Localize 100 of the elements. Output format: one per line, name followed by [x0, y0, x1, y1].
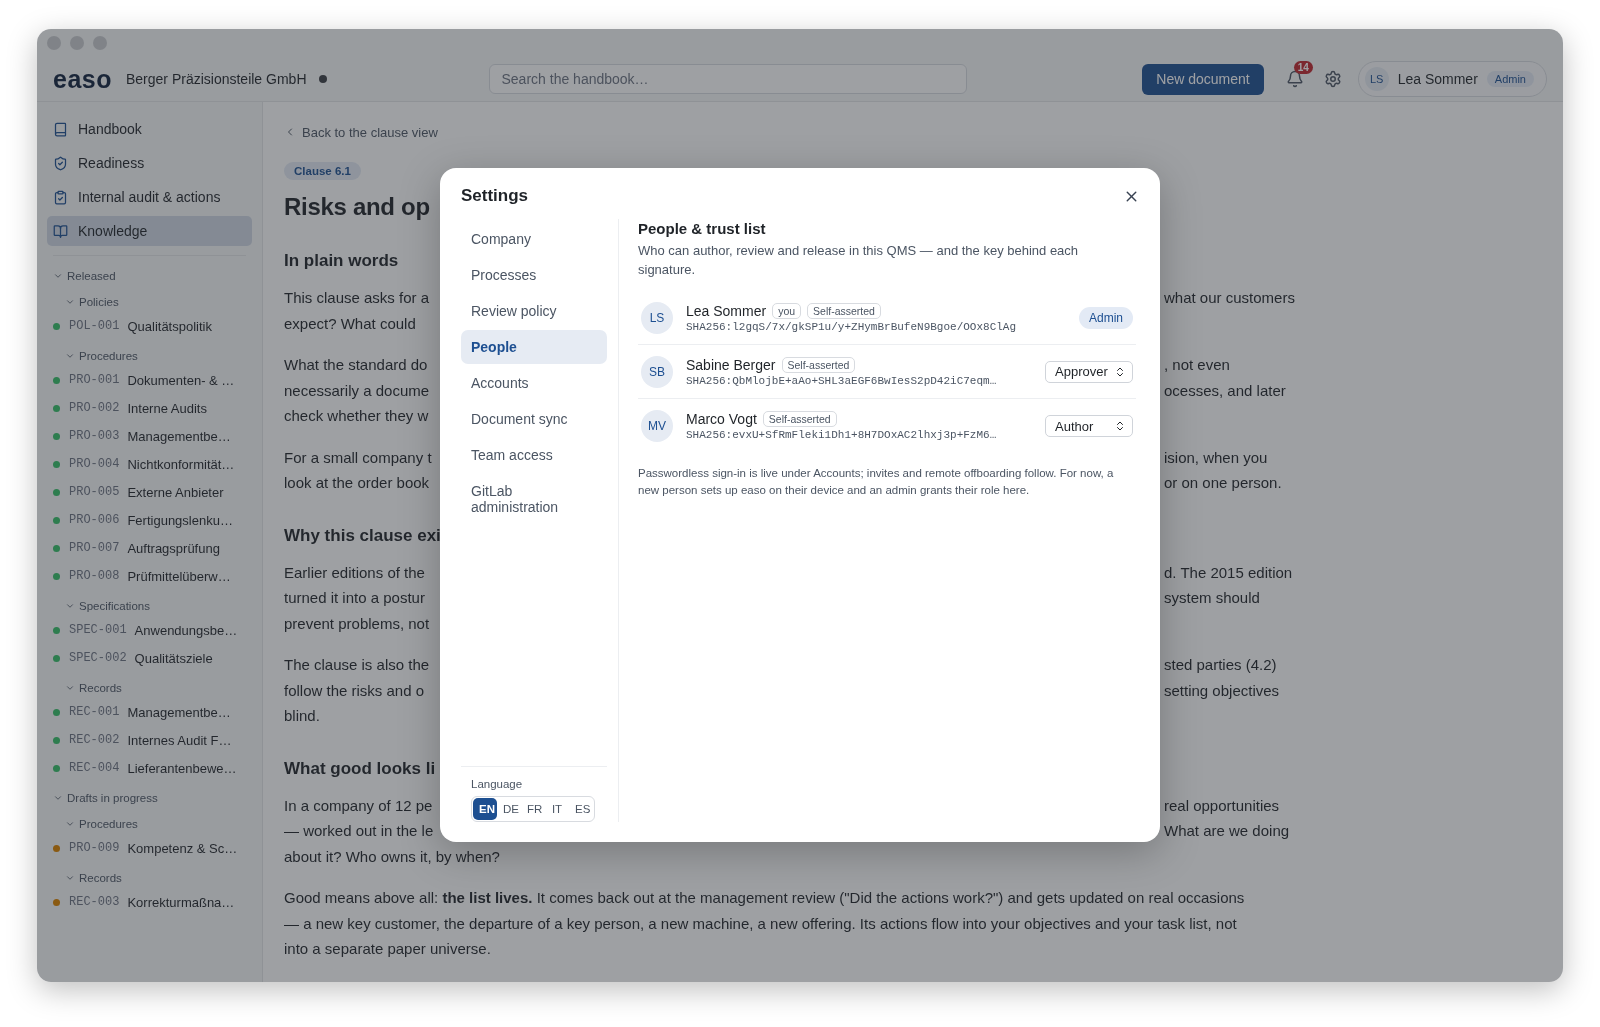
document-item[interactable]: REC-004 Lieferantenbewe…	[47, 754, 252, 782]
dialog-title: Settings	[461, 186, 529, 206]
document-item[interactable]: PRO-006 Fertigungslenku…	[47, 506, 252, 534]
user-menu[interactable]: LS Lea Sommer Admin	[1357, 61, 1547, 97]
chevron-down-icon	[65, 601, 75, 611]
document-item[interactable]: SPEC-002 Qualitätsziele	[47, 644, 252, 672]
document-item[interactable]: PRO-009 Kompetenz & Sc…	[47, 834, 252, 862]
settings-nav-item[interactable]: Document sync	[461, 402, 607, 436]
tree-group[interactable]: Released	[47, 266, 252, 286]
paragraph-text: — a new key customer, the departure of a key person, a new machine, a new offering. Its actions flow into your objectives and your task list, not	[284, 914, 1237, 932]
document-code: PRO-002	[69, 401, 120, 415]
document-item[interactable]: REC-001 Managementbe…	[47, 698, 252, 726]
paragraph-text: check whether they w	[284, 407, 429, 424]
tree-group[interactable]: Records	[47, 868, 252, 888]
document-title: Externe Anbieter	[127, 484, 224, 500]
document-title: Lieferantenbewe…	[127, 760, 237, 776]
paragraph-text: what our customers	[1164, 289, 1295, 306]
settings-icon[interactable]	[1323, 70, 1342, 88]
document-item[interactable]: PRO-002 Interne Audits	[47, 394, 252, 422]
trust-tag: Self-asserted	[807, 302, 881, 319]
settings-nav-item[interactable]: GitLab administration	[461, 474, 607, 524]
document-code: PRO-005	[69, 485, 120, 499]
key-fingerprint: SHA256:l2gqS/7x/gkSP1u/y+ZHymBrBufeN9Bgoe/OOx8ClAg	[686, 320, 1018, 333]
document-code: PRO-008	[69, 569, 120, 583]
paragraph-text: What the standard do	[284, 356, 428, 373]
document-title: Auftragsprüfung	[127, 540, 220, 556]
trust-tag: Self-asserted	[781, 356, 856, 373]
document-item[interactable]: PRO-004 Nichtkonformität…	[47, 450, 252, 478]
tree-group[interactable]: Policies	[47, 292, 252, 312]
settings-nav-item[interactable]: Team access	[461, 438, 607, 472]
paragraph-text: In a company of 12 pe	[284, 796, 433, 814]
role-tag: Admin	[1486, 71, 1534, 87]
language-option[interactable]: DE	[497, 798, 521, 820]
paragraph-text: real opportunities	[1164, 796, 1280, 814]
paragraph-text: sted parties (4.2)	[1164, 656, 1277, 673]
chevron-down-icon	[65, 873, 75, 883]
chevron-down-icon	[53, 793, 63, 803]
paragraph-text: , not even	[1164, 356, 1230, 373]
person-name: Marco Vogt	[686, 411, 757, 427]
document-title: Managementbe…	[127, 428, 231, 444]
role-select[interactable]: Author	[1045, 415, 1133, 437]
document-code: PRO-006	[69, 513, 120, 527]
paragraph-text: follow the risks and o	[284, 681, 425, 699]
paragraph-text: ision, when you	[1164, 448, 1268, 466]
new-document-button[interactable]: New document	[1142, 63, 1264, 95]
person-avatar: SB	[641, 355, 673, 388]
paragraph-text: system should	[1164, 589, 1260, 606]
language-option[interactable]: FR	[521, 798, 545, 820]
role-select[interactable]: Approver	[1045, 360, 1133, 383]
document-item[interactable]: PRO-003 Managementbe…	[47, 422, 252, 450]
chevron-down-icon	[53, 271, 63, 281]
updown-icon	[1114, 365, 1126, 378]
nav-item[interactable]: Knowledge	[47, 216, 252, 246]
nav-item[interactable]: Readiness	[47, 148, 252, 178]
tree-group[interactable]: Records	[47, 678, 252, 698]
document-code: PRO-004	[69, 457, 120, 471]
nav-item[interactable]: Handbook	[47, 114, 252, 144]
document-item[interactable]: REC-002 Internes Audit F…	[47, 726, 252, 754]
document-item[interactable]: POL-001 Qualitätspolitik	[47, 312, 252, 340]
document-item[interactable]: PRO-005 Externe Anbieter	[47, 478, 252, 506]
settings-nav-item[interactable]: Company	[461, 222, 607, 256]
tree-group[interactable]: Procedures	[47, 346, 252, 366]
tree-group[interactable]: Specifications	[47, 596, 252, 616]
document-title: Internes Audit F…	[127, 732, 232, 748]
document-title: Qualitätsziele	[134, 650, 213, 666]
tree-group[interactable]: Drafts in progress	[47, 788, 252, 808]
trust-tag: Self-asserted	[762, 411, 837, 427]
clause-badge: Clause 6.1	[284, 162, 361, 180]
document-item[interactable]: PRO-007 Auftragsprüfung	[47, 534, 252, 562]
book-icon	[53, 121, 68, 137]
document-title: Kompetenz & Sc…	[127, 840, 238, 856]
settings-nav-item[interactable]: Review policy	[461, 294, 607, 328]
document-title: Dokumenten- & …	[127, 372, 235, 388]
back-link[interactable]: Back to the clause view	[284, 124, 438, 140]
paragraph-text: necessarily a docume	[284, 381, 430, 399]
document-item[interactable]: PRO-001 Dokumenten- & …	[47, 366, 252, 394]
document-title: Nichtkonformität…	[127, 456, 235, 472]
search-field[interactable]: Search the handbook…	[488, 64, 967, 94]
company-name: Berger Präzisionsteile GmbH	[126, 71, 307, 87]
settings-nav-item[interactable]: People	[461, 330, 607, 364]
document-title: Korrekturmaßna…	[127, 894, 235, 910]
settings-nav-item[interactable]: Accounts	[461, 366, 607, 400]
paragraph-text: into a separate paper universe.	[284, 940, 491, 957]
tree-group[interactable]: Procedures	[47, 814, 252, 834]
document-title: Qualitätspolitik	[127, 318, 212, 334]
settings-nav-item[interactable]: Processes	[461, 258, 607, 292]
document-item[interactable]: REC-003 Korrekturmaßna…	[47, 888, 252, 916]
person-avatar: LS	[641, 301, 673, 334]
document-item[interactable]: SPEC-001 Anwendungsbe…	[47, 616, 252, 644]
document-title: Interne Audits	[127, 400, 207, 416]
document-item[interactable]: PRO-008 Prüfmittelüberw…	[47, 562, 252, 590]
bell-icon[interactable]	[1285, 70, 1304, 88]
language-option[interactable]: ES	[569, 798, 593, 820]
key-fingerprint: SHA256:evxU+SfRmFleki1Dh1+8H7DOxAC2lhxj3p+FzM6…	[686, 429, 998, 441]
panel-heading: People & trust list	[638, 220, 767, 237]
document-title: Anwendungsbe…	[134, 622, 238, 638]
person-avatar: MV	[641, 410, 673, 442]
language-option[interactable]: IT	[545, 798, 569, 820]
language-option[interactable]: EN	[473, 798, 497, 820]
nav-item[interactable]: Internal audit & actions	[47, 182, 252, 212]
